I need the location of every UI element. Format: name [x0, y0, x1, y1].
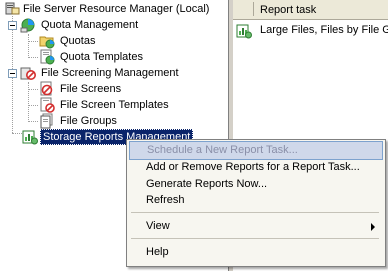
tree-line	[28, 41, 38, 42]
menu-item-label: Help	[146, 246, 169, 258]
submenu-arrow-icon	[371, 223, 375, 231]
menu-item-generate-reports-now[interactable]: Generate Reports Now...	[129, 176, 381, 193]
menu-item-label: Schedule a New Report Task...	[147, 144, 298, 156]
list-item-label: Large Files, Files by File Gr	[260, 24, 388, 36]
file-screening-icon	[20, 65, 36, 81]
tree-root-fsrm[interactable]: File Server Resource Manager (Local)	[0, 1, 226, 17]
tree-item-file-screening-management[interactable]: File Screening Management	[20, 65, 220, 81]
context-menu: Schedule a New Report Task... Add or Rem…	[126, 139, 386, 267]
tree-item-label: Quota Templates	[60, 51, 143, 63]
menu-item-add-remove-reports[interactable]: Add or Remove Reports for a Report Task.…	[129, 159, 381, 176]
menu-item-refresh[interactable]: Refresh	[129, 192, 381, 209]
file-server-icon	[4, 1, 20, 17]
menu-item-label: Refresh	[146, 194, 185, 206]
tree-line	[28, 82, 29, 122]
column-header-icon-cell	[233, 2, 254, 16]
tree-item-file-screen-templates[interactable]: File Screen Templates	[39, 97, 219, 113]
tree-item-label: File Screen Templates	[60, 99, 169, 111]
tree-line	[28, 105, 38, 106]
file-screens-icon	[39, 81, 55, 97]
menu-separator	[131, 238, 379, 239]
tree-line	[28, 34, 29, 58]
tree-item-label: Quotas	[60, 35, 96, 47]
tree-line	[28, 89, 38, 90]
quotas-folder-icon	[39, 33, 55, 49]
tree-item-label: Quota Management	[41, 19, 139, 31]
report-task-icon	[236, 23, 252, 39]
tree-item-quotas[interactable]: Quotas	[39, 33, 219, 49]
collapse-icon[interactable]	[8, 21, 17, 30]
menu-separator	[131, 212, 379, 213]
quota-templates-icon	[39, 49, 55, 65]
quota-management-icon	[20, 17, 36, 33]
tree-item-file-screens[interactable]: File Screens	[39, 81, 219, 97]
menu-item-schedule-new-report-task[interactable]: Schedule a New Report Task...	[129, 141, 383, 160]
column-header-report-task[interactable]: Report task	[260, 4, 316, 16]
file-screen-templates-icon	[39, 97, 55, 113]
tree-line	[28, 121, 38, 122]
tree-item-quota-templates[interactable]: Quota Templates	[39, 49, 219, 65]
tree-root-label: File Server Resource Manager (Local)	[23, 3, 210, 15]
storage-reports-icon	[22, 129, 38, 145]
list-item[interactable]: Large Files, Files by File Gr	[233, 21, 388, 41]
tree-line	[28, 57, 38, 58]
tree-item-label: File Screening Management	[41, 67, 179, 79]
tree-item-label: File Screens	[60, 83, 122, 95]
collapse-icon[interactable]	[8, 69, 17, 78]
menu-item-label: Generate Reports Now...	[146, 178, 268, 190]
tree-item-file-groups[interactable]: File Groups	[39, 113, 219, 129]
menu-item-view[interactable]: View	[129, 218, 381, 235]
column-header-bar: Report task	[233, 0, 388, 20]
tree-item-label: File Groups	[60, 115, 117, 127]
file-groups-icon	[39, 113, 55, 129]
menu-item-help[interactable]: Help	[129, 244, 381, 261]
menu-item-label: View	[146, 220, 170, 232]
tree-item-quota-management[interactable]: Quota Management	[20, 17, 220, 33]
tree-line	[12, 133, 22, 134]
menu-item-label: Add or Remove Reports for a Report Task.…	[146, 161, 360, 173]
